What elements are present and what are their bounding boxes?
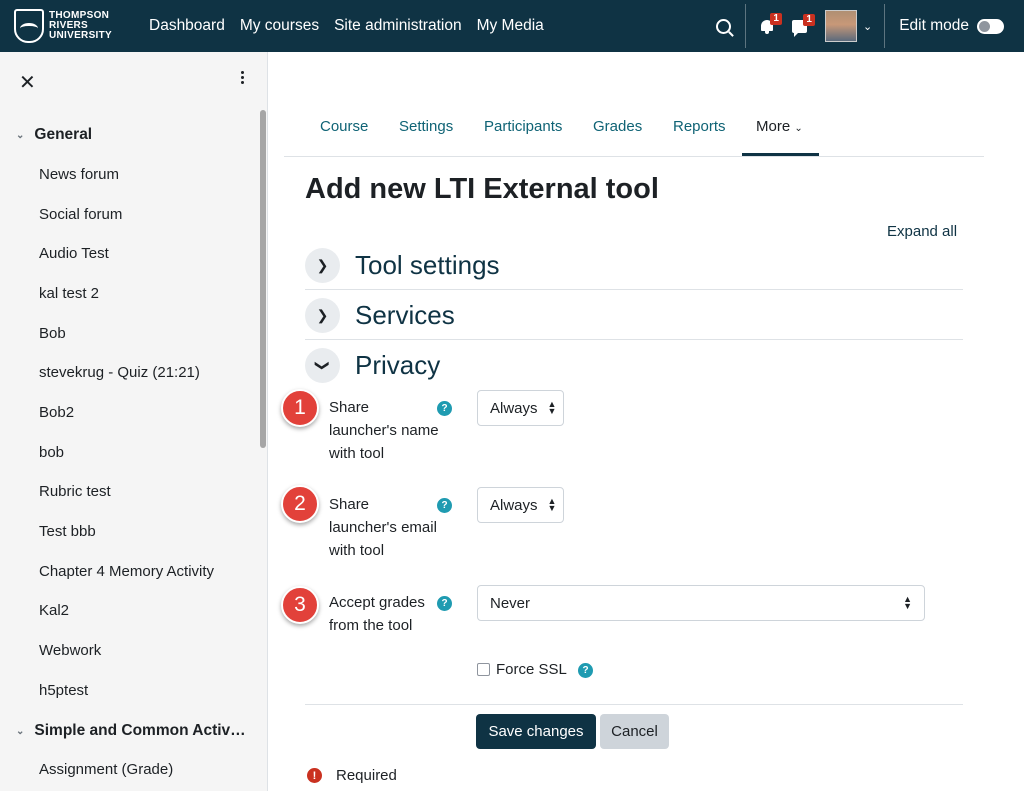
share-name-select[interactable]: Always ▲ ▼ xyxy=(477,390,564,426)
primary-navigation: Dashboard My courses Site administration… xyxy=(149,17,559,35)
section-title: Privacy xyxy=(355,349,441,380)
course-index-drawer: ✕ ⌄ General News forum Social forum Audi… xyxy=(0,52,268,791)
logo-line-3: UNIVERSITY xyxy=(49,30,113,41)
selected-value: Never xyxy=(490,594,531,612)
tab-more[interactable]: More ⌄ xyxy=(756,118,803,135)
sidebar-item[interactable]: kal test 2 xyxy=(39,285,99,302)
scrollbar[interactable] xyxy=(260,110,266,448)
sidebar-item[interactable]: Webwork xyxy=(39,642,101,659)
chat-icon[interactable]: 1 xyxy=(791,13,815,37)
sidebar-item[interactable]: Audio Test xyxy=(39,245,109,262)
force-ssl-label[interactable]: Force SSL xyxy=(496,661,567,678)
course-tabs: Course Settings Participants Grades Repo… xyxy=(284,100,984,157)
university-logo[interactable]: THOMPSON RIVERS UNIVERSITY xyxy=(14,9,134,43)
divider xyxy=(744,4,746,48)
message-count-badge: 1 xyxy=(803,13,815,26)
annotation-marker-3: 3 xyxy=(281,586,319,624)
section-title: Simple and Common Activ… xyxy=(34,722,246,739)
section-general[interactable]: ⌄ General xyxy=(16,126,92,144)
search-icon[interactable] xyxy=(715,18,731,34)
divider xyxy=(305,704,963,705)
chevron-down-icon[interactable]: ❯ xyxy=(305,347,340,383)
chevron-down-icon[interactable]: ⌄ xyxy=(863,20,872,33)
share-email-label: Share launcher's email with tool xyxy=(329,496,437,559)
force-ssl-checkbox[interactable] xyxy=(477,663,490,676)
help-icon[interactable]: ? xyxy=(437,401,452,416)
section-title: Tool settings xyxy=(355,249,500,280)
kebab-menu-icon[interactable] xyxy=(241,71,245,87)
bell-icon[interactable]: 1 xyxy=(760,13,782,34)
sidebar-item[interactable]: Social forum xyxy=(39,206,122,223)
sidebar-item[interactable]: Test bbb xyxy=(39,523,96,540)
sidebar-item[interactable]: Chapter 4 Memory Activity xyxy=(39,563,214,580)
section-title: Services xyxy=(355,299,455,330)
chevron-right-icon[interactable]: ❯ xyxy=(305,247,340,283)
chevron-down-icon: ⌄ xyxy=(794,123,803,134)
save-changes-button[interactable]: Save changes xyxy=(476,714,596,749)
tab-participants[interactable]: Participants xyxy=(484,118,562,135)
help-icon[interactable]: ? xyxy=(578,663,593,678)
avatar[interactable] xyxy=(824,10,857,42)
top-navbar: THOMPSON RIVERS UNIVERSITY Dashboard My … xyxy=(0,0,1024,52)
page-title: Add new LTI External tool xyxy=(305,173,659,205)
select-arrows-icon: ▲ ▼ xyxy=(903,594,912,611)
user-controls: 1 1 ⌄ Edit mode xyxy=(715,0,1024,52)
cancel-button[interactable]: Cancel xyxy=(600,714,669,749)
edit-mode-toggle[interactable] xyxy=(977,18,1004,34)
annotation-marker-1: 1 xyxy=(281,389,319,427)
edit-mode-label: Edit mode xyxy=(899,17,969,34)
chevron-down-icon: ⌄ xyxy=(16,725,25,737)
chevron-down-icon: ⌄ xyxy=(16,129,25,141)
sidebar-item[interactable]: Kal2 xyxy=(39,602,69,619)
divider xyxy=(884,4,886,48)
sidebar-item[interactable]: Bob2 xyxy=(39,404,74,421)
tab-settings[interactable]: Settings xyxy=(399,118,453,135)
logo-text: THOMPSON RIVERS UNIVERSITY xyxy=(49,11,112,41)
selected-value: Always xyxy=(490,399,538,417)
sidebar-item[interactable]: News forum xyxy=(39,166,119,183)
accept-grades-select[interactable]: Never ▲ ▼ xyxy=(477,585,925,621)
share-name-label: Share launcher's name with tool xyxy=(329,399,439,462)
select-arrows-icon: ▲ ▼ xyxy=(547,496,557,513)
notification-count-badge: 1 xyxy=(770,13,782,25)
annotation-marker-2: 2 xyxy=(281,485,319,523)
required-label: Required xyxy=(336,767,397,784)
sidebar-item[interactable]: h5ptest xyxy=(39,682,88,699)
accept-grades-label: Accept grades from the tool xyxy=(329,594,425,634)
nav-my-media[interactable]: My Media xyxy=(477,17,544,35)
tab-more-label: More xyxy=(756,118,791,135)
section-tool-settings[interactable]: ❯ Tool settings xyxy=(305,240,963,290)
tab-grades[interactable]: Grades xyxy=(593,118,642,135)
active-tab-indicator xyxy=(742,153,819,156)
shield-logo-icon xyxy=(14,9,44,43)
sidebar-item[interactable]: Bob xyxy=(39,325,66,342)
required-icon: ! xyxy=(307,768,322,783)
chevron-right-icon[interactable]: ❯ xyxy=(305,297,340,333)
sidebar-item[interactable]: Rubric test xyxy=(39,483,111,500)
help-icon[interactable]: ? xyxy=(437,498,452,513)
select-arrows-icon: ▲ ▼ xyxy=(547,399,557,416)
nav-dashboard[interactable]: Dashboard xyxy=(149,17,225,35)
expand-all-link[interactable]: Expand all xyxy=(887,223,957,240)
close-icon[interactable]: ✕ xyxy=(19,70,36,95)
tab-reports[interactable]: Reports xyxy=(673,118,726,135)
help-icon[interactable]: ? xyxy=(437,596,452,611)
tab-course[interactable]: Course xyxy=(320,118,368,135)
nav-my-courses[interactable]: My courses xyxy=(240,17,319,35)
section-title: General xyxy=(34,126,93,143)
share-email-select[interactable]: Always ▲ ▼ xyxy=(477,487,564,523)
selected-value: Always xyxy=(490,496,538,514)
section-services[interactable]: ❯ Services xyxy=(305,290,963,340)
section-privacy[interactable]: ❯ Privacy xyxy=(305,340,963,390)
sidebar-item[interactable]: Assignment (Grade) xyxy=(39,761,173,778)
sidebar-item[interactable]: bob xyxy=(39,444,64,461)
sidebar-item[interactable]: stevekrug - Quiz (21:21) xyxy=(39,364,200,381)
section-simple-common[interactable]: ⌄ Simple and Common Activ… xyxy=(16,722,246,740)
nav-site-administration[interactable]: Site administration xyxy=(334,17,462,35)
